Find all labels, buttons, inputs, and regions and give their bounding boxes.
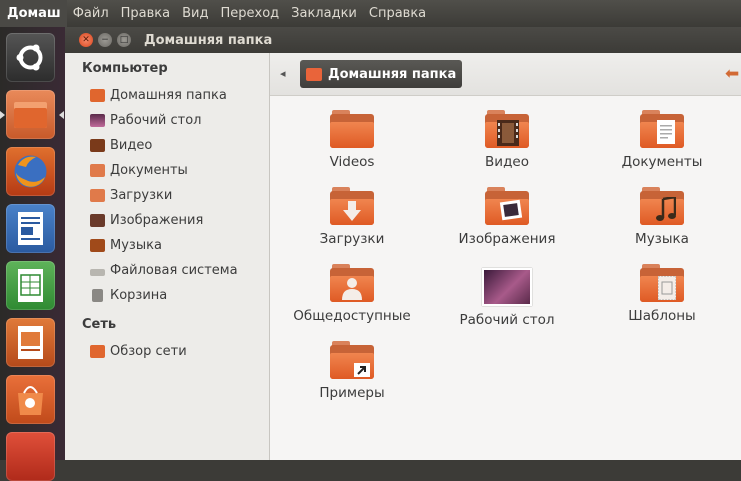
top-menu-bar: Домаш Файл Правка Вид Переход Закладки С… [0, 0, 741, 27]
app-name[interactable]: Домаш [0, 0, 67, 27]
breadcrumb-home[interactable]: Домашняя папка [300, 60, 463, 88]
file-label: Загрузки [319, 231, 385, 247]
writer-icon[interactable] [6, 204, 55, 253]
file-label: Музыка [635, 231, 689, 247]
file-item[interactable]: Общедоступные [282, 264, 422, 324]
music-icon [90, 239, 105, 252]
trash-icon [92, 289, 103, 302]
ubuntu-dash-icon[interactable] [6, 33, 55, 82]
file-label: Примеры [319, 385, 385, 401]
window-titlebar: ✕ − □ Домашняя папка [65, 27, 741, 53]
sidebar-item-label: Документы [110, 163, 188, 178]
music-folder-icon [640, 187, 684, 225]
impress-icon[interactable] [6, 318, 55, 367]
sidebar-item-network[interactable]: Обзор сети [90, 344, 187, 359]
downloads-folder-icon [330, 187, 374, 225]
calc-icon[interactable] [6, 261, 55, 310]
sidebar-item-pictures[interactable]: Изображения [90, 213, 203, 228]
file-label: Документы [621, 154, 703, 170]
video-icon [90, 139, 105, 152]
help-icon[interactable] [6, 432, 55, 481]
sidebar-item-label: Файловая система [110, 263, 238, 278]
launcher [0, 27, 66, 481]
sidebar-item-label: Видео [110, 138, 153, 153]
sidebar-item-video[interactable]: Видео [90, 138, 152, 153]
chevron-left-icon[interactable]: ◂ [280, 67, 286, 80]
desktop-folder-icon [482, 268, 532, 306]
templates-folder-icon [640, 264, 684, 302]
video-folder-icon [485, 110, 529, 148]
folder-icon [330, 110, 374, 148]
file-label: Общедоступные [293, 308, 411, 324]
file-item[interactable]: Загрузки [282, 187, 422, 247]
file-item[interactable]: Музыка [592, 187, 732, 247]
menu-edit[interactable]: Правка [115, 0, 176, 27]
menu-view[interactable]: Вид [176, 0, 214, 27]
pictures-folder-icon [485, 187, 529, 225]
sidebar-item-home[interactable]: Домашняя папка [90, 88, 227, 103]
file-item[interactable]: Изображения [437, 187, 577, 247]
documents-folder-icon [640, 110, 684, 148]
breadcrumb-label: Домашняя папка [328, 66, 457, 82]
location-toolbar: ◂ Домашняя папка ⬅ [270, 53, 741, 96]
file-label: Шаблоны [628, 308, 696, 324]
pictures-icon [90, 214, 105, 227]
file-item[interactable]: Документы [592, 110, 732, 170]
sidebar-item-label: Корзина [110, 288, 168, 303]
sidebar-item-filesystem[interactable]: Файловая система [90, 263, 238, 278]
file-item[interactable]: Видео [437, 110, 577, 170]
documents-icon [90, 164, 105, 177]
home-folder-icon [306, 67, 322, 81]
sidebar-header-computer: Компьютер [82, 61, 168, 76]
menu-bookmarks[interactable]: Закладки [285, 0, 363, 27]
file-item[interactable]: Шаблоны [592, 264, 732, 324]
close-icon[interactable]: ✕ [79, 33, 93, 47]
menu-file[interactable]: Файл [67, 0, 115, 27]
back-arrow-icon[interactable]: ⬅ [725, 64, 739, 84]
sidebar-item-label: Домашняя папка [110, 88, 227, 103]
examples-folder-icon [330, 341, 374, 379]
menu-help[interactable]: Справка [363, 0, 432, 27]
file-label: Videos [329, 154, 375, 170]
network-icon [90, 345, 105, 358]
file-label: Изображения [458, 231, 556, 247]
sidebar-item-label: Музыка [110, 238, 162, 253]
sidebar-item-downloads[interactable]: Загрузки [90, 188, 172, 203]
file-label: Рабочий стол [459, 312, 555, 328]
file-item[interactable]: Рабочий стол [437, 264, 577, 328]
maximize-icon[interactable]: □ [117, 33, 131, 47]
active-indicator [0, 111, 5, 119]
sidebar-item-label: Изображения [110, 213, 204, 228]
filesystem-icon [90, 269, 105, 276]
desktop-icon [90, 114, 105, 127]
public-folder-icon [330, 264, 374, 302]
minimize-icon[interactable]: − [98, 33, 112, 47]
firefox-icon[interactable] [6, 147, 55, 196]
file-item[interactable]: Videos [282, 110, 422, 170]
sidebar-item-label: Рабочий стол [110, 113, 202, 128]
sidebar-item-documents[interactable]: Документы [90, 163, 188, 178]
software-center-icon[interactable] [6, 375, 55, 424]
sidebar-item-label: Загрузки [110, 188, 173, 203]
sidebar-item-trash[interactable]: Корзина [90, 288, 167, 303]
downloads-icon [90, 189, 105, 202]
sidebar-item-music[interactable]: Музыка [90, 238, 162, 253]
sidebar-header-network: Сеть [82, 317, 117, 332]
home-folder-icon [90, 89, 105, 102]
focus-indicator [59, 111, 64, 119]
sidebar-item-desktop[interactable]: Рабочий стол [90, 113, 201, 128]
sidebar-item-label: Обзор сети [110, 344, 187, 359]
file-item[interactable]: Примеры [282, 341, 422, 401]
home-folder-icon[interactable] [6, 90, 55, 139]
file-view: Videos Видео Документы Загрузки Изображе… [270, 96, 741, 460]
file-label: Видео [485, 154, 529, 170]
window-title: Домашняя папка [144, 32, 273, 48]
places-sidebar: Компьютер Домашняя папка Рабочий стол Ви… [65, 53, 270, 460]
menu-go[interactable]: Переход [214, 0, 285, 27]
